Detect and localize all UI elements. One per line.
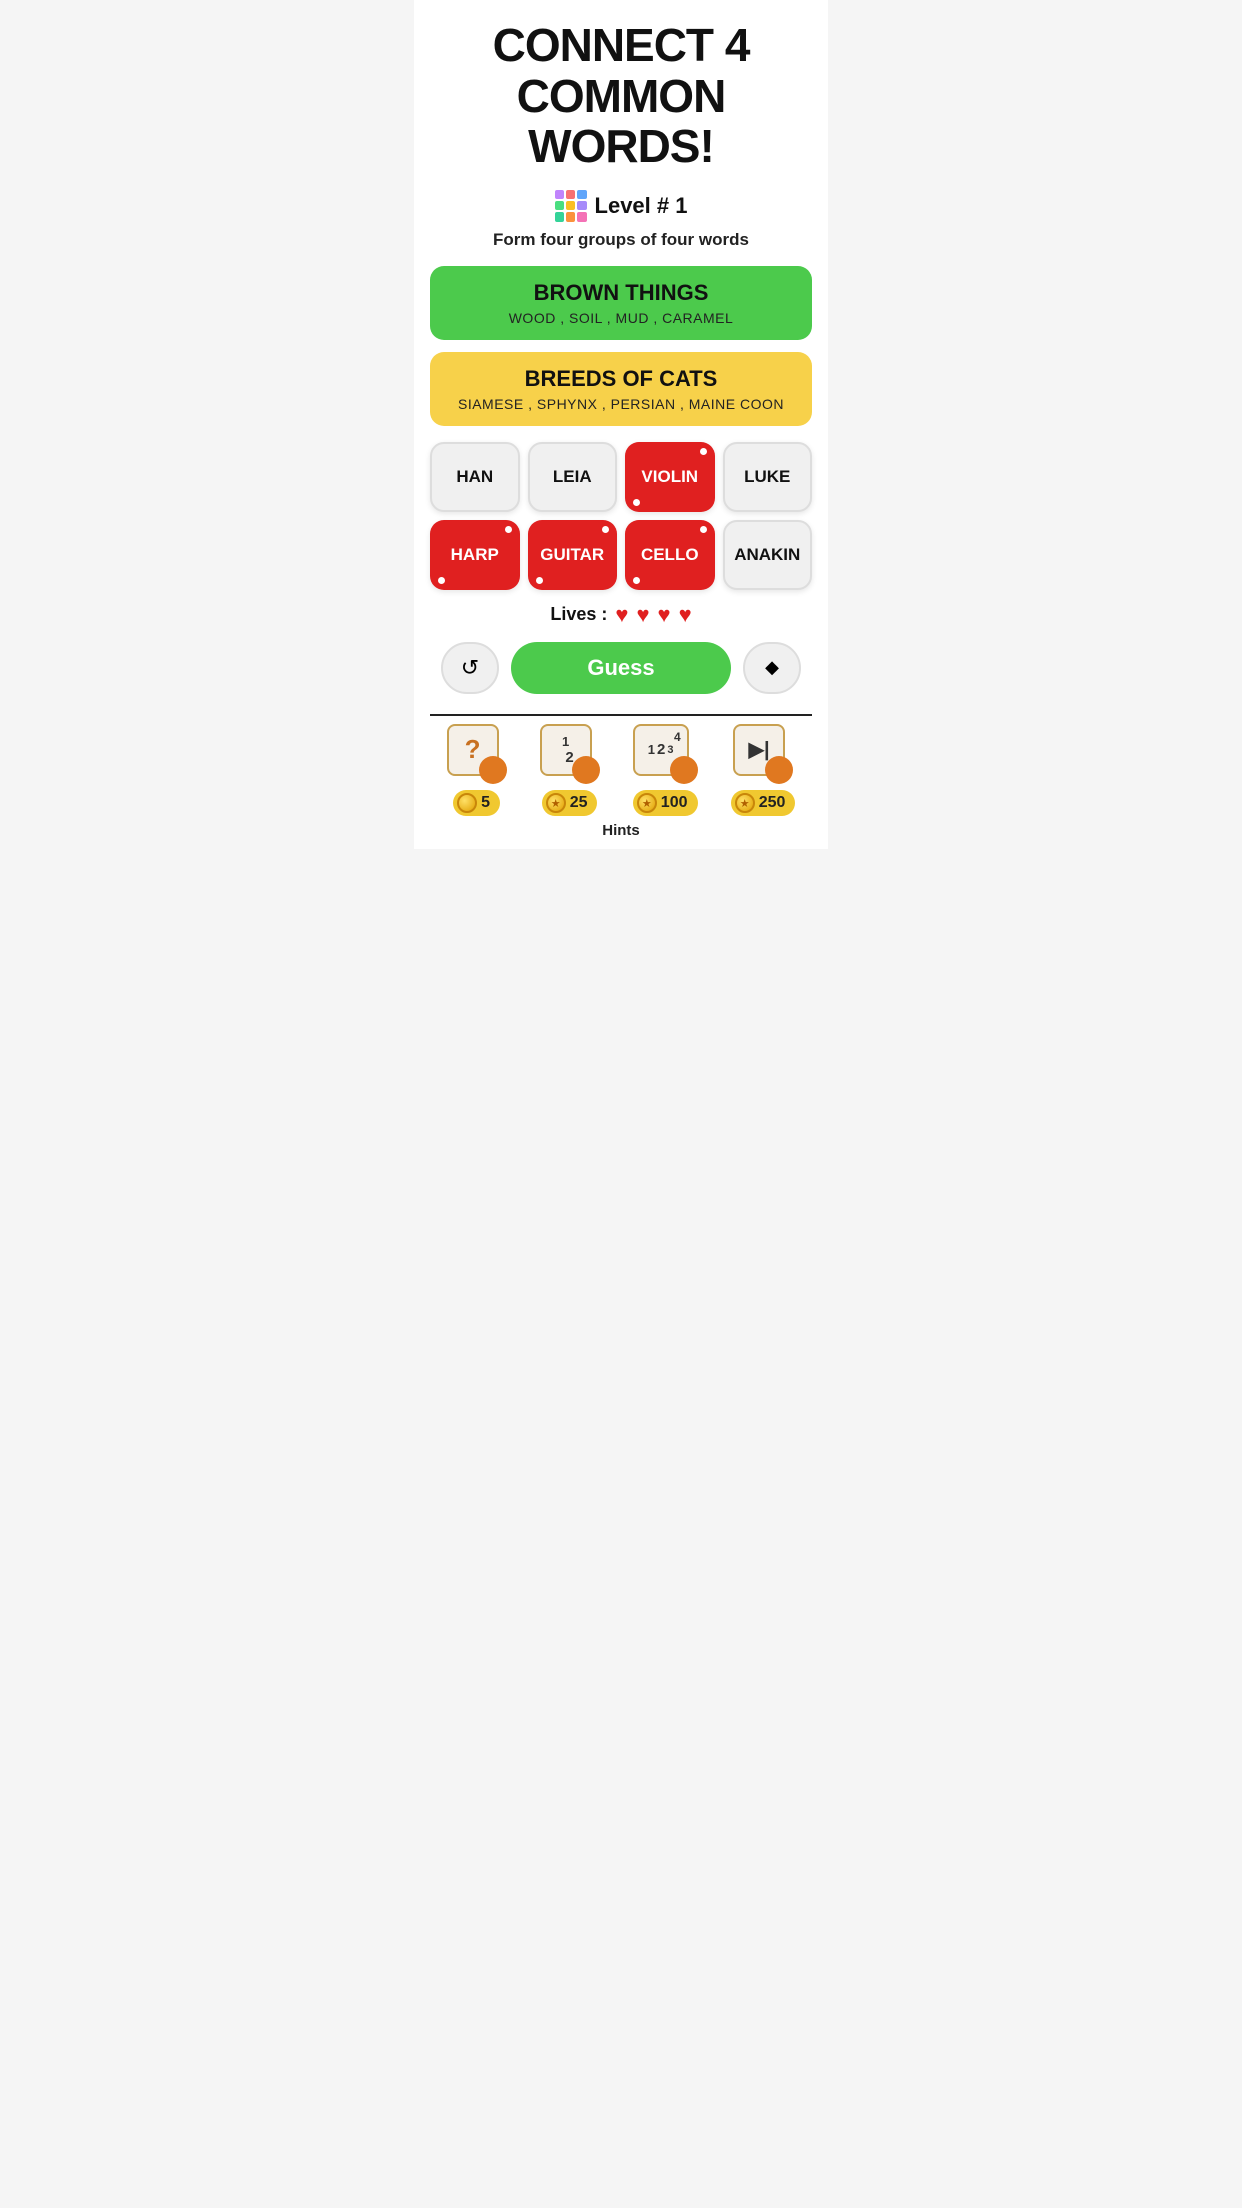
page-title: CONNECT 4 COMMON WORDS! (430, 20, 812, 172)
hint-icon-question[interactable]: ? (447, 724, 507, 784)
heart-4: ♥ (679, 602, 692, 628)
play-skip-icon: ▶| (749, 737, 770, 762)
hint-icon-12[interactable]: 1 2 (540, 724, 600, 784)
grid-icon (555, 190, 587, 222)
level-row: Level # 1 (555, 190, 688, 222)
level-text: Level # 1 (595, 193, 688, 219)
coin-icon-4: ★ (735, 793, 755, 813)
hint-play-badge (765, 756, 793, 784)
hints-footer-label: Hints (602, 822, 640, 839)
guess-button[interactable]: Guess (511, 642, 731, 694)
hint-cost-text-4: 250 (759, 794, 786, 812)
word-tile-harp[interactable]: HARP (430, 520, 520, 590)
nums-row: 1 2 3 (648, 741, 674, 758)
word-tile-violin[interactable]: VIOLIN (625, 442, 715, 512)
category-yellow: BREEDS OF CATS SIAMESE , SPHYNX , PERSIA… (430, 352, 812, 426)
heart-1: ♥ (615, 602, 628, 628)
lives-row: Lives : ♥ ♥ ♥ ♥ (550, 602, 691, 628)
question-mark-icon: ? (465, 734, 481, 765)
hint-item-question: ? 5 (447, 724, 507, 816)
num-1: 1 (562, 734, 569, 749)
lives-label: Lives : (550, 604, 607, 625)
hints-row: ? 5 1 2 ★ 25 (430, 714, 812, 820)
word-tile-cello[interactable]: CELLO (625, 520, 715, 590)
hint-item-123: 4 1 2 3 ★ 100 (633, 724, 698, 816)
page: CONNECT 4 COMMON WORDS! Level # 1 Form f… (414, 0, 828, 849)
hint-icon-play[interactable]: ▶| (733, 724, 793, 784)
shuffle-icon: ↺ (461, 655, 479, 681)
hint-icon-123[interactable]: 4 1 2 3 (633, 724, 698, 784)
hint-12-badge (572, 756, 600, 784)
hint-cost-question: 5 (453, 790, 500, 816)
word-tile-luke[interactable]: LUKE (723, 442, 813, 512)
n3: 3 (667, 744, 673, 756)
category-yellow-title: BREEDS OF CATS (446, 366, 796, 392)
hint-cost-play: ★ 250 (731, 790, 796, 816)
heart-2: ♥ (636, 602, 649, 628)
hint-cost-text-1: 5 (481, 794, 490, 812)
hint-question-badge (479, 756, 507, 784)
category-green-words: WOOD , SOIL , MUD , CARAMEL (446, 310, 796, 326)
coin-icon-2: ★ (546, 793, 566, 813)
coin-icon-3: ★ (637, 793, 657, 813)
category-green: BROWN THINGS WOOD , SOIL , MUD , CARAMEL (430, 266, 812, 340)
word-tile-guitar[interactable]: GUITAR (528, 520, 618, 590)
hint-cost-text-2: 25 (570, 794, 588, 812)
n1: 1 (648, 742, 655, 757)
category-yellow-words: SIAMESE , SPHYNX , PERSIAN , MAINE COON (446, 396, 796, 412)
heart-3: ♥ (658, 602, 671, 628)
eraser-button[interactable]: ◆ (743, 642, 801, 694)
hint-nums-12: 1 2 (557, 734, 573, 766)
eraser-icon: ◆ (765, 657, 779, 678)
shuffle-button[interactable]: ↺ (441, 642, 499, 694)
num-4-top: 4 (674, 730, 681, 744)
word-grid: HANLEIAVIOLINLUKE HARPGUITARCELLOANAKIN (430, 442, 812, 590)
hint-item-play: ▶| ★ 250 (731, 724, 796, 816)
hint-123-badge (670, 756, 698, 784)
word-tile-han[interactable]: HAN (430, 442, 520, 512)
guess-label: Guess (587, 655, 654, 681)
hint-cost-123: ★ 100 (633, 790, 698, 816)
hint-cost-text-3: 100 (661, 794, 688, 812)
controls-row: ↺ Guess ◆ (430, 642, 812, 694)
hint-cost-12: ★ 25 (542, 790, 598, 816)
category-green-title: BROWN THINGS (446, 280, 796, 306)
n2: 2 (657, 741, 665, 758)
hint-item-12: 1 2 ★ 25 (540, 724, 600, 816)
word-tile-leia[interactable]: LEIA (528, 442, 618, 512)
word-tile-anakin[interactable]: ANAKIN (723, 520, 813, 590)
instructions-text: Form four groups of four words (493, 230, 749, 250)
coin-icon-1 (457, 793, 477, 813)
